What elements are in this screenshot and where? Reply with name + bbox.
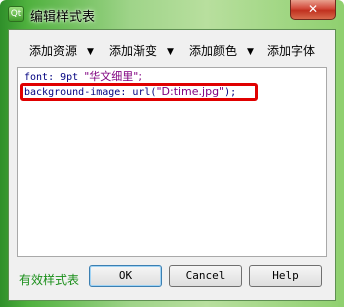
font-value: "华文细里"; [84,70,143,83]
add-gradient-menu[interactable]: 添加渐变 ▼ [109,42,174,60]
close-button[interactable]: ✕ [290,0,336,20]
help-button[interactable]: Help [249,265,322,287]
close-icon: ✕ [307,2,319,16]
add-gradient-label: 添加渐变 [109,44,158,58]
window-title: 编辑样式表 [30,10,96,25]
add-resource-label: 添加资源 [29,44,78,58]
title-bar[interactable]: Qt 编辑样式表 ✕ [0,0,344,28]
add-font-button[interactable]: 添加字体 [267,42,315,60]
dialog-body: 添加资源 ▼ 添加渐变 ▼ 添加颜色 ▼ 添加字体 font: 9pt "华文细里";… [8,29,336,301]
stylesheet-editor-window: Qt 编辑样式表 ✕ 添加资源 ▼ 添加渐变 ▼ 添加颜色 ▼ 添加字体 font: … [0,0,344,307]
background-image-tail: ); [224,87,237,98]
dropdown-arrow-icon: ▼ [167,47,174,57]
qt-app-icon: Qt [8,6,24,22]
stylesheet-text-editor[interactable]: font: 9pt "华文细里"; background-image: url(… [17,67,327,257]
cancel-button[interactable]: Cancel [169,265,242,287]
add-font-label: 添加字体 [267,44,316,58]
add-color-label: 添加颜色 [189,44,238,58]
dropdown-arrow-icon: ▼ [87,47,94,57]
code-line-font: font: 9pt "华文细里"; [24,70,142,84]
ok-button[interactable]: OK [89,265,162,287]
add-resource-menu[interactable]: 添加资源 ▼ [29,42,94,60]
valid-stylesheet-status: 有效样式表 [19,273,80,287]
background-image-value: "D:time.jpg" [156,85,225,98]
code-line-background-image: background-image: url("D:time.jpg"); [24,85,236,99]
background-image-property: background-image: url( [24,87,157,98]
toolbar: 添加资源 ▼ 添加渐变 ▼ 添加颜色 ▼ 添加字体 [17,38,327,62]
font-property: font: 9pt [24,72,85,83]
add-color-menu[interactable]: 添加颜色 ▼ [189,42,254,60]
dropdown-arrow-icon: ▼ [247,47,254,57]
